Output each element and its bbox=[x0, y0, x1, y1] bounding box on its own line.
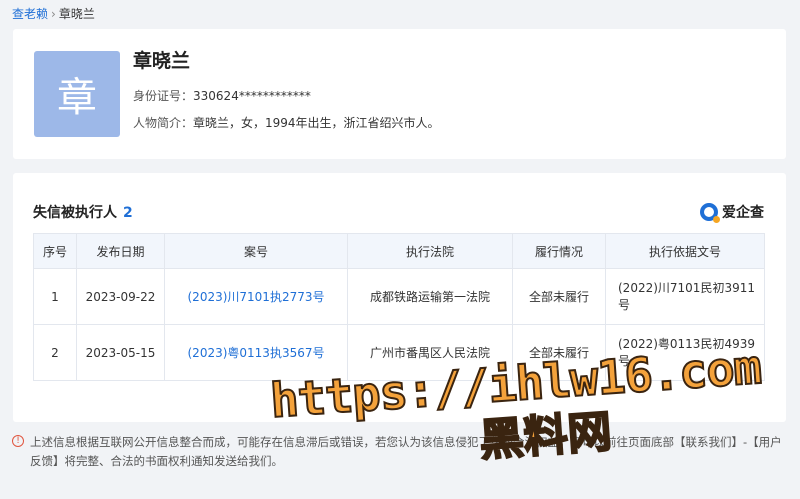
chevron-right-icon: › bbox=[51, 7, 56, 21]
person-bio-line: 人物简介：章晓兰，女，1994年出生，浙江省绍兴市人。 bbox=[133, 114, 440, 132]
col-header-court: 执行法院 bbox=[347, 233, 513, 269]
section-title: 失信被执行人 2 bbox=[33, 203, 133, 223]
search-logo-icon bbox=[700, 203, 720, 223]
dishonest-table: 序号 发布日期 案号 执行法院 履行情况 执行依据文号 1 2023-09-22… bbox=[33, 233, 765, 381]
cell-no: 1 bbox=[33, 268, 77, 325]
dishonest-list-card: 失信被执行人 2 爱企查 序号 发布日期 案号 执行法院 履行情况 执行依据文号 … bbox=[13, 173, 786, 422]
person-id-line: 身份证号：330624************ bbox=[133, 87, 311, 105]
brand-name: 爱企查 bbox=[722, 205, 764, 221]
cell-case-link[interactable]: (2023)川7101执2773号 bbox=[164, 268, 348, 325]
breadcrumb-current: 章晓兰 bbox=[58, 7, 95, 21]
col-header-date: 发布日期 bbox=[76, 233, 165, 269]
disclaimer: ! 上述信息根据互联网公开信息整合而成，可能存在信息滞后或错误，若您认为该信息侵… bbox=[12, 433, 788, 471]
breadcrumb: 查老赖 › 章晓兰 bbox=[12, 5, 95, 23]
table-header-row: 序号 发布日期 案号 执行法院 履行情况 执行依据文号 bbox=[33, 233, 765, 269]
brand-logo[interactable]: 爱企查 bbox=[700, 202, 764, 223]
table-row: 2 2023-05-15 (2023)粤0113执3567号 广州市番禺区人民法… bbox=[33, 324, 765, 381]
col-header-status: 履行情况 bbox=[512, 233, 606, 269]
col-header-no: 序号 bbox=[33, 233, 77, 269]
col-header-case: 案号 bbox=[164, 233, 348, 269]
bio-value: 章晓兰，女，1994年出生，浙江省绍兴市人。 bbox=[193, 116, 440, 130]
id-value: 330624************ bbox=[193, 89, 311, 103]
cell-no: 2 bbox=[33, 324, 77, 381]
section-count: 2 bbox=[123, 205, 133, 221]
cell-basis: (2022)粤0113民初4939号 bbox=[605, 324, 765, 381]
col-header-basis: 执行依据文号 bbox=[605, 233, 765, 269]
cell-date: 2023-05-15 bbox=[76, 324, 165, 381]
info-icon: ! bbox=[12, 435, 24, 447]
cell-status: 全部未履行 bbox=[512, 268, 606, 325]
bio-label: 人物简介： bbox=[133, 116, 194, 130]
cell-case-link[interactable]: (2023)粤0113执3567号 bbox=[164, 324, 348, 381]
cell-status: 全部未履行 bbox=[512, 324, 606, 381]
cell-basis: (2022)川7101民初3911号 bbox=[605, 268, 765, 325]
section-title-text: 失信被执行人 bbox=[33, 205, 117, 221]
table-row: 1 2023-09-22 (2023)川7101执2773号 成都铁路运输第一法… bbox=[33, 268, 765, 325]
person-card: 章 章晓兰 身份证号：330624************ 人物简介：章晓兰，女… bbox=[13, 29, 786, 159]
avatar: 章 bbox=[34, 51, 120, 137]
disclaimer-text: 上述信息根据互联网公开信息整合而成，可能存在信息滞后或错误，若您认为该信息侵犯了… bbox=[30, 435, 782, 468]
cell-date: 2023-09-22 bbox=[76, 268, 165, 325]
cell-court: 成都铁路运输第一法院 bbox=[347, 268, 513, 325]
breadcrumb-root-link[interactable]: 查老赖 bbox=[12, 7, 48, 21]
person-name: 章晓兰 bbox=[133, 50, 191, 72]
id-label: 身份证号： bbox=[133, 89, 194, 103]
cell-court: 广州市番禺区人民法院 bbox=[347, 324, 513, 381]
